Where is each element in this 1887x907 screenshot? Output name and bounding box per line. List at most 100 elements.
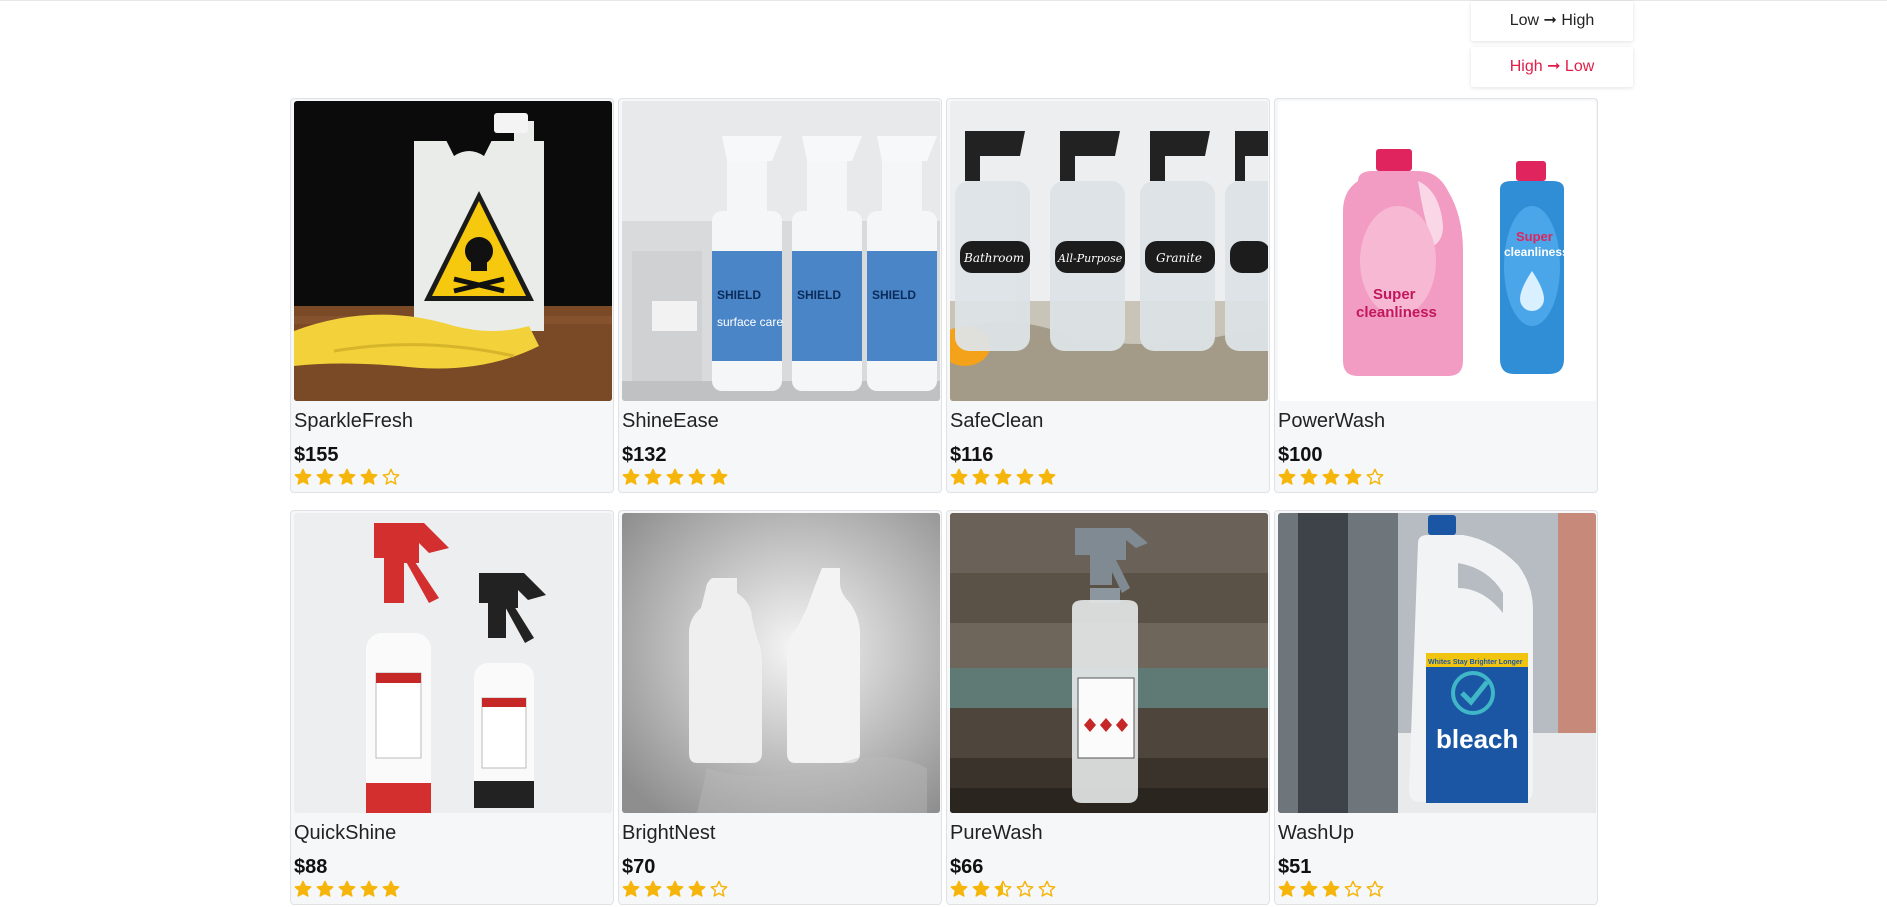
star-filled-icon bbox=[994, 468, 1012, 486]
svg-text:cleanliness: cleanliness bbox=[1356, 304, 1437, 321]
labeled-glass-bottles-image: Bathroom All-Purpose Granite bbox=[950, 101, 1268, 401]
svg-text:Super: Super bbox=[1516, 229, 1553, 244]
rating-stars bbox=[622, 468, 938, 490]
svg-text:Bathroom: Bathroom bbox=[963, 251, 1024, 265]
star-filled-icon bbox=[1278, 880, 1296, 898]
sort-high-to-low-option[interactable]: High ➞ Low bbox=[1471, 47, 1633, 87]
star-filled-icon bbox=[338, 880, 356, 898]
star-empty-icon bbox=[1038, 880, 1056, 898]
star-empty-icon bbox=[1366, 880, 1384, 898]
product-name[interactable]: SparkleFresh bbox=[294, 408, 610, 434]
star-filled-icon bbox=[972, 468, 990, 486]
svg-text:Granite: Granite bbox=[1156, 251, 1202, 265]
product-price: $88 bbox=[294, 856, 328, 878]
product-image[interactable] bbox=[294, 513, 612, 813]
svg-text:cleanliness: cleanliness bbox=[1504, 245, 1569, 259]
rating-stars bbox=[294, 468, 610, 490]
bleach-jug-image: Whites Stay Brighter Longer bleach bbox=[1278, 513, 1596, 813]
star-empty-icon bbox=[1344, 880, 1362, 898]
product-name[interactable]: PowerWash bbox=[1278, 408, 1594, 434]
rating-stars bbox=[622, 880, 938, 902]
star-filled-icon bbox=[1344, 468, 1362, 486]
product-name[interactable]: PureWash bbox=[950, 820, 1266, 846]
svg-text:bleach: bleach bbox=[1436, 724, 1518, 754]
svg-text:Super: Super bbox=[1373, 286, 1416, 303]
product-card[interactable]: Bathroom All-Purpose Granite SafeClean $… bbox=[946, 98, 1270, 493]
product-price: $66 bbox=[950, 856, 984, 878]
star-filled-icon bbox=[1300, 468, 1318, 486]
svg-text:SHIELD: SHIELD bbox=[717, 288, 761, 302]
sort-menu: Low ➞ High High ➞ Low bbox=[1471, 1, 1633, 93]
star-filled-icon bbox=[666, 468, 684, 486]
star-filled-icon bbox=[1038, 468, 1056, 486]
star-filled-icon bbox=[338, 468, 356, 486]
svg-text:All-Purpose: All-Purpose bbox=[1057, 252, 1123, 265]
star-filled-icon bbox=[360, 880, 378, 898]
product-name[interactable]: QuickShine bbox=[294, 820, 610, 846]
product-name[interactable]: WashUp bbox=[1278, 820, 1594, 846]
star-filled-icon bbox=[1278, 468, 1296, 486]
product-image[interactable] bbox=[622, 513, 940, 813]
svg-text:SHIELD: SHIELD bbox=[872, 288, 916, 302]
product-card[interactable]: SparkleFresh $155 bbox=[290, 98, 614, 493]
star-filled-icon bbox=[1322, 468, 1340, 486]
star-filled-icon bbox=[950, 880, 968, 898]
star-empty-icon bbox=[1016, 880, 1034, 898]
star-empty-icon bbox=[382, 468, 400, 486]
star-filled-icon bbox=[1300, 880, 1318, 898]
page: Low ➞ High High ➞ Low SparkleFresh $155 … bbox=[0, 0, 1887, 907]
product-name[interactable]: BrightNest bbox=[622, 820, 938, 846]
shield-spray-bottles-image: SHIELD surface care SHIELD SHIELD bbox=[622, 101, 940, 401]
product-image[interactable]: Whites Stay Brighter Longer bleach bbox=[1278, 513, 1596, 813]
rating-stars bbox=[950, 880, 1266, 902]
svg-text:Whites Stay Brighter Longer: Whites Stay Brighter Longer bbox=[1428, 659, 1523, 666]
product-image[interactable] bbox=[294, 101, 612, 401]
svg-text:surface care: surface care bbox=[717, 315, 783, 329]
star-filled-icon bbox=[950, 468, 968, 486]
product-image[interactable]: Super cleanliness Super cleanliness bbox=[1278, 101, 1596, 401]
star-filled-icon bbox=[622, 468, 640, 486]
star-filled-icon bbox=[316, 880, 334, 898]
star-filled-icon bbox=[710, 468, 728, 486]
product-image[interactable]: Bathroom All-Purpose Granite bbox=[950, 101, 1268, 401]
product-card[interactable]: BrightNest $70 bbox=[618, 510, 942, 905]
star-filled-icon bbox=[1322, 880, 1340, 898]
product-image[interactable]: SHIELD surface care SHIELD SHIELD bbox=[622, 101, 940, 401]
product-card[interactable]: Whites Stay Brighter Longer bleach WashU… bbox=[1274, 510, 1598, 905]
svg-text:SHIELD: SHIELD bbox=[797, 288, 841, 302]
star-filled-icon bbox=[972, 880, 990, 898]
star-filled-icon bbox=[688, 468, 706, 486]
star-filled-icon bbox=[622, 880, 640, 898]
product-image[interactable] bbox=[950, 513, 1268, 813]
rating-stars bbox=[950, 468, 1266, 490]
product-name[interactable]: SafeClean bbox=[950, 408, 1266, 434]
rating-stars bbox=[294, 880, 610, 902]
rating-stars bbox=[1278, 880, 1594, 902]
product-price: $132 bbox=[622, 444, 667, 466]
product-card[interactable]: Super cleanliness Super cleanliness Powe… bbox=[1274, 98, 1598, 493]
star-half-icon bbox=[994, 880, 1012, 898]
product-price: $70 bbox=[622, 856, 656, 878]
product-price: $100 bbox=[1278, 444, 1323, 466]
sort-low-to-high-option[interactable]: Low ➞ High bbox=[1471, 1, 1633, 41]
gray-spray-bottle-image bbox=[950, 513, 1268, 813]
star-filled-icon bbox=[644, 468, 662, 486]
product-price: $155 bbox=[294, 444, 339, 466]
star-filled-icon bbox=[294, 468, 312, 486]
star-empty-icon bbox=[710, 880, 728, 898]
product-price: $51 bbox=[1278, 856, 1312, 878]
product-card[interactable]: QuickShine $88 bbox=[290, 510, 614, 905]
star-filled-icon bbox=[688, 880, 706, 898]
product-name[interactable]: ShineEase bbox=[622, 408, 938, 434]
star-filled-icon bbox=[382, 880, 400, 898]
product-card[interactable]: PureWash $66 bbox=[946, 510, 1270, 905]
rating-stars bbox=[1278, 468, 1594, 490]
detergent-bottles-image: Super cleanliness Super cleanliness bbox=[1278, 101, 1596, 401]
toxic-jug-image bbox=[294, 101, 612, 401]
star-filled-icon bbox=[666, 880, 684, 898]
white-bottles-image bbox=[622, 513, 940, 813]
star-filled-icon bbox=[360, 468, 378, 486]
star-filled-icon bbox=[294, 880, 312, 898]
star-filled-icon bbox=[1016, 468, 1034, 486]
product-card[interactable]: SHIELD surface care SHIELD SHIELD ShineE… bbox=[618, 98, 942, 493]
